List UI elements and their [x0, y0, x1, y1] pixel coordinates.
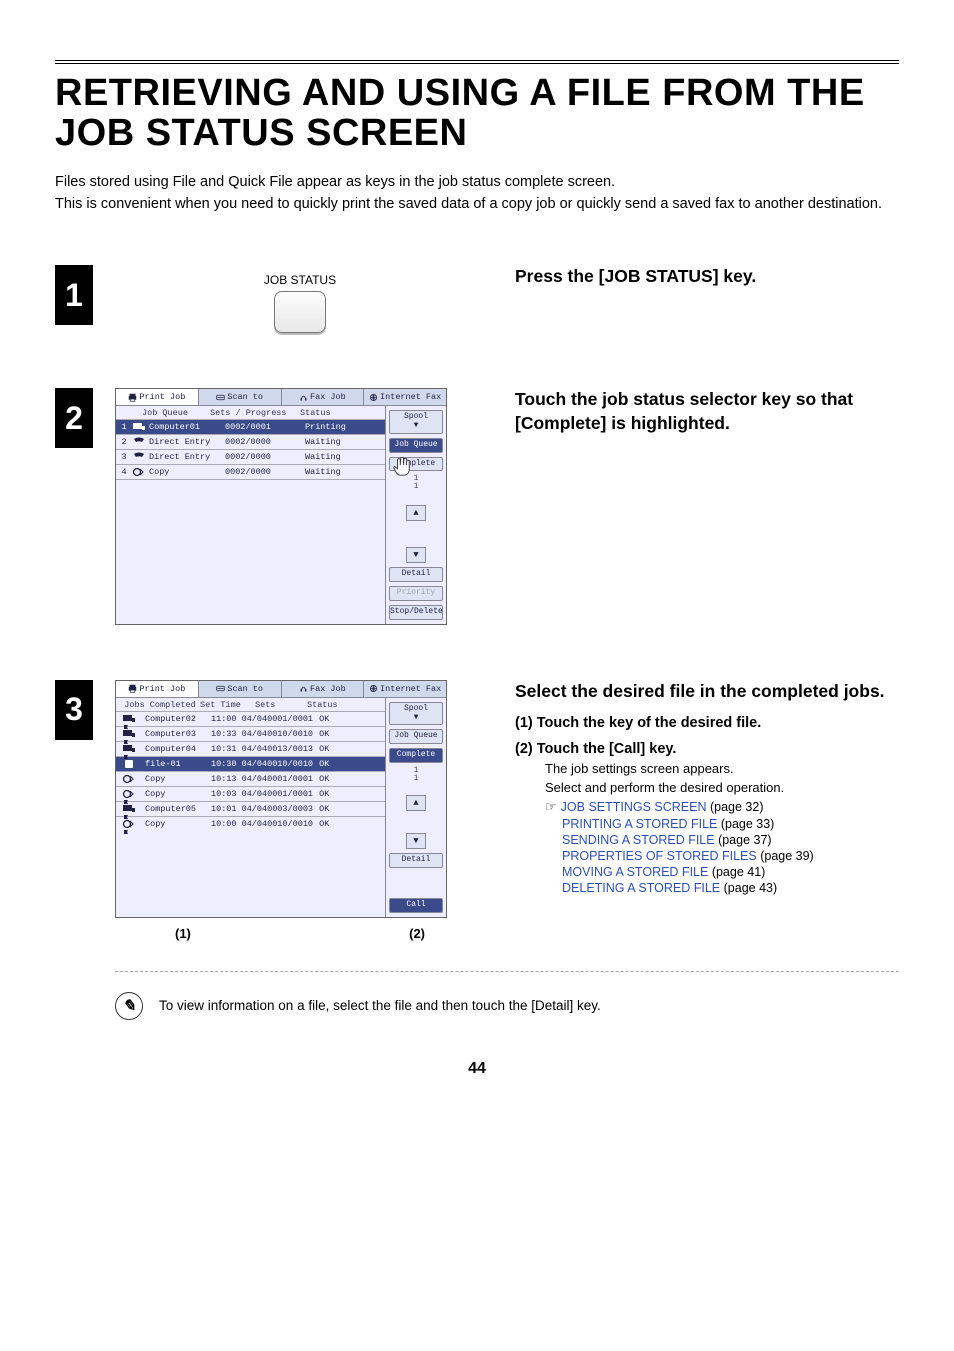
xref-link: PROPERTIES OF STORED FILES (page 39) [545, 849, 899, 863]
detail-button[interactable]: Detail [389, 567, 443, 582]
job-row[interactable]: 2Direct Entry0002/0000Waiting [116, 434, 385, 449]
jobqueue-button[interactable]: Job Queue [389, 729, 443, 744]
tab-internet-fax[interactable]: Internet Fax [364, 681, 446, 697]
printer-icon [128, 393, 137, 402]
fax-icon [299, 684, 308, 693]
step3-sub1: (1) Touch the key of the desired file. [515, 715, 899, 731]
col-head-settime: Set Time [200, 700, 255, 710]
pointer-icon: ☞ [545, 799, 557, 814]
col-head-sets: Sets [255, 700, 307, 710]
stop-delete-button[interactable]: Stop/Delete [389, 605, 443, 620]
step1-instruction: Press the [JOB STATUS] key. [515, 265, 899, 289]
note-row: ✎ To view information on a file, select … [115, 971, 899, 1020]
page-title: RETRIEVING AND USING A FILE FROM THE JOB… [55, 74, 899, 154]
link[interactable]: SENDING A STORED FILE [562, 833, 715, 847]
tab-scan-to[interactable]: Scan to [199, 389, 282, 405]
page-number: 44 [55, 1060, 899, 1078]
job-row[interactable]: file-0110:30 04/040010/0010OK [116, 756, 385, 771]
step3-body2: Select and perform the desired operation… [545, 780, 899, 795]
complete-button[interactable]: Complete [389, 748, 443, 763]
link[interactable]: PROPERTIES OF STORED FILES [562, 849, 757, 863]
step-number: 1 [55, 265, 93, 325]
scroll-down-button[interactable]: ▼ [406, 833, 426, 849]
xref-link: SENDING A STORED FILE (page 37) [545, 833, 899, 847]
job-row[interactable]: 4Copy0002/0000Waiting [116, 464, 385, 479]
hand-cursor-icon [392, 455, 414, 477]
step2-instruction: Touch the job status selector key so tha… [515, 388, 899, 435]
callout-2: (2) [409, 926, 425, 941]
job-row[interactable]: Computer0510:01 04/040003/0003OK [116, 801, 385, 816]
job-status-hardkey[interactable] [274, 291, 326, 333]
call-button[interactable]: Call [389, 898, 443, 913]
device-screen-step2: Print Job Scan to Fax Job Internet Fax J… [115, 388, 447, 625]
spool-button[interactable]: Spool▼ [389, 410, 443, 434]
job-row[interactable]: Computer0310:33 04/040010/0010OK [116, 726, 385, 741]
scroll-up-button[interactable]: ▲ [406, 795, 426, 811]
xref-link: MOVING A STORED FILE (page 41) [545, 865, 899, 879]
tab-print-job[interactable]: Print Job [116, 681, 199, 697]
jobqueue-button[interactable]: Job Queue [389, 438, 443, 453]
link[interactable]: PRINTING A STORED FILE [562, 817, 717, 831]
link[interactable]: MOVING A STORED FILE [562, 865, 708, 879]
xref-link: PRINTING A STORED FILE (page 33) [545, 817, 899, 831]
scan-icon [216, 393, 225, 402]
link[interactable]: JOB SETTINGS SCREEN [561, 800, 707, 814]
job-row[interactable]: Copy10:03 04/040001/0001OK [116, 786, 385, 801]
fax-icon [299, 393, 308, 402]
job-row[interactable]: Copy10:00 04/040010/0010OK [116, 816, 385, 831]
xref-link: ☞JOB SETTINGS SCREEN (page 32) [545, 799, 899, 815]
col-head-jobqueue: Job Queue [120, 408, 210, 418]
spool-button[interactable]: Spool▼ [389, 702, 443, 726]
col-head-status: Status [307, 700, 347, 710]
scan-icon [216, 684, 225, 693]
device-screen-step3: Print Job Scan to Fax Job Internet Fax J… [115, 680, 447, 918]
col-head-progress: Sets / Progress [210, 408, 300, 418]
step3-body1: The job settings screen appears. [545, 761, 899, 776]
pencil-icon: ✎ [115, 992, 143, 1020]
step-3: 3 Print Job Scan to Fax Job Internet Fax… [55, 680, 899, 941]
job-row[interactable]: Computer0211:00 04/040001/0001OK [116, 711, 385, 726]
tab-internet-fax[interactable]: Internet Fax [364, 389, 446, 405]
job-row[interactable]: 3Direct Entry0002/0000Waiting [116, 449, 385, 464]
callout-1: (1) [175, 926, 191, 941]
xref-link: DELETING A STORED FILE (page 43) [545, 881, 899, 895]
scroll-down-button[interactable]: ▼ [406, 547, 426, 563]
job-row[interactable]: 1Computer010002/0001Printing [116, 419, 385, 434]
globe-icon [369, 393, 378, 402]
job-row[interactable]: Computer0410:31 04/040013/0013OK [116, 741, 385, 756]
link[interactable]: DELETING A STORED FILE [562, 881, 720, 895]
step3-sub2: (2) Touch the [Call] key. [515, 741, 899, 757]
detail-button[interactable]: Detail [389, 853, 443, 868]
tab-print-job[interactable]: Print Job [116, 389, 199, 405]
step-number: 2 [55, 388, 93, 448]
job-row[interactable]: Copy10:13 04/040001/0001OK [116, 771, 385, 786]
printer-icon [128, 684, 137, 693]
step-1: 1 JOB STATUS Press the [JOB STATUS] key. [55, 265, 899, 333]
step3-title: Select the desired file in the completed… [515, 680, 899, 704]
tab-fax-job[interactable]: Fax Job [282, 389, 365, 405]
col-head-completed: Jobs Completed [120, 700, 200, 710]
tab-scan-to[interactable]: Scan to [199, 681, 282, 697]
step-2: 2 Print Job Scan to Fax Job Internet Fax… [55, 388, 899, 625]
scroll-up-button[interactable]: ▲ [406, 505, 426, 521]
globe-icon [369, 684, 378, 693]
step-number: 3 [55, 680, 93, 740]
note-text: To view information on a file, select th… [159, 998, 601, 1013]
intro-text: Files stored using File and Quick File a… [55, 172, 899, 216]
col-head-status: Status [300, 408, 360, 418]
tab-fax-job[interactable]: Fax Job [282, 681, 365, 697]
key-label: JOB STATUS [264, 273, 336, 287]
priority-button[interactable]: Priority [389, 586, 443, 601]
